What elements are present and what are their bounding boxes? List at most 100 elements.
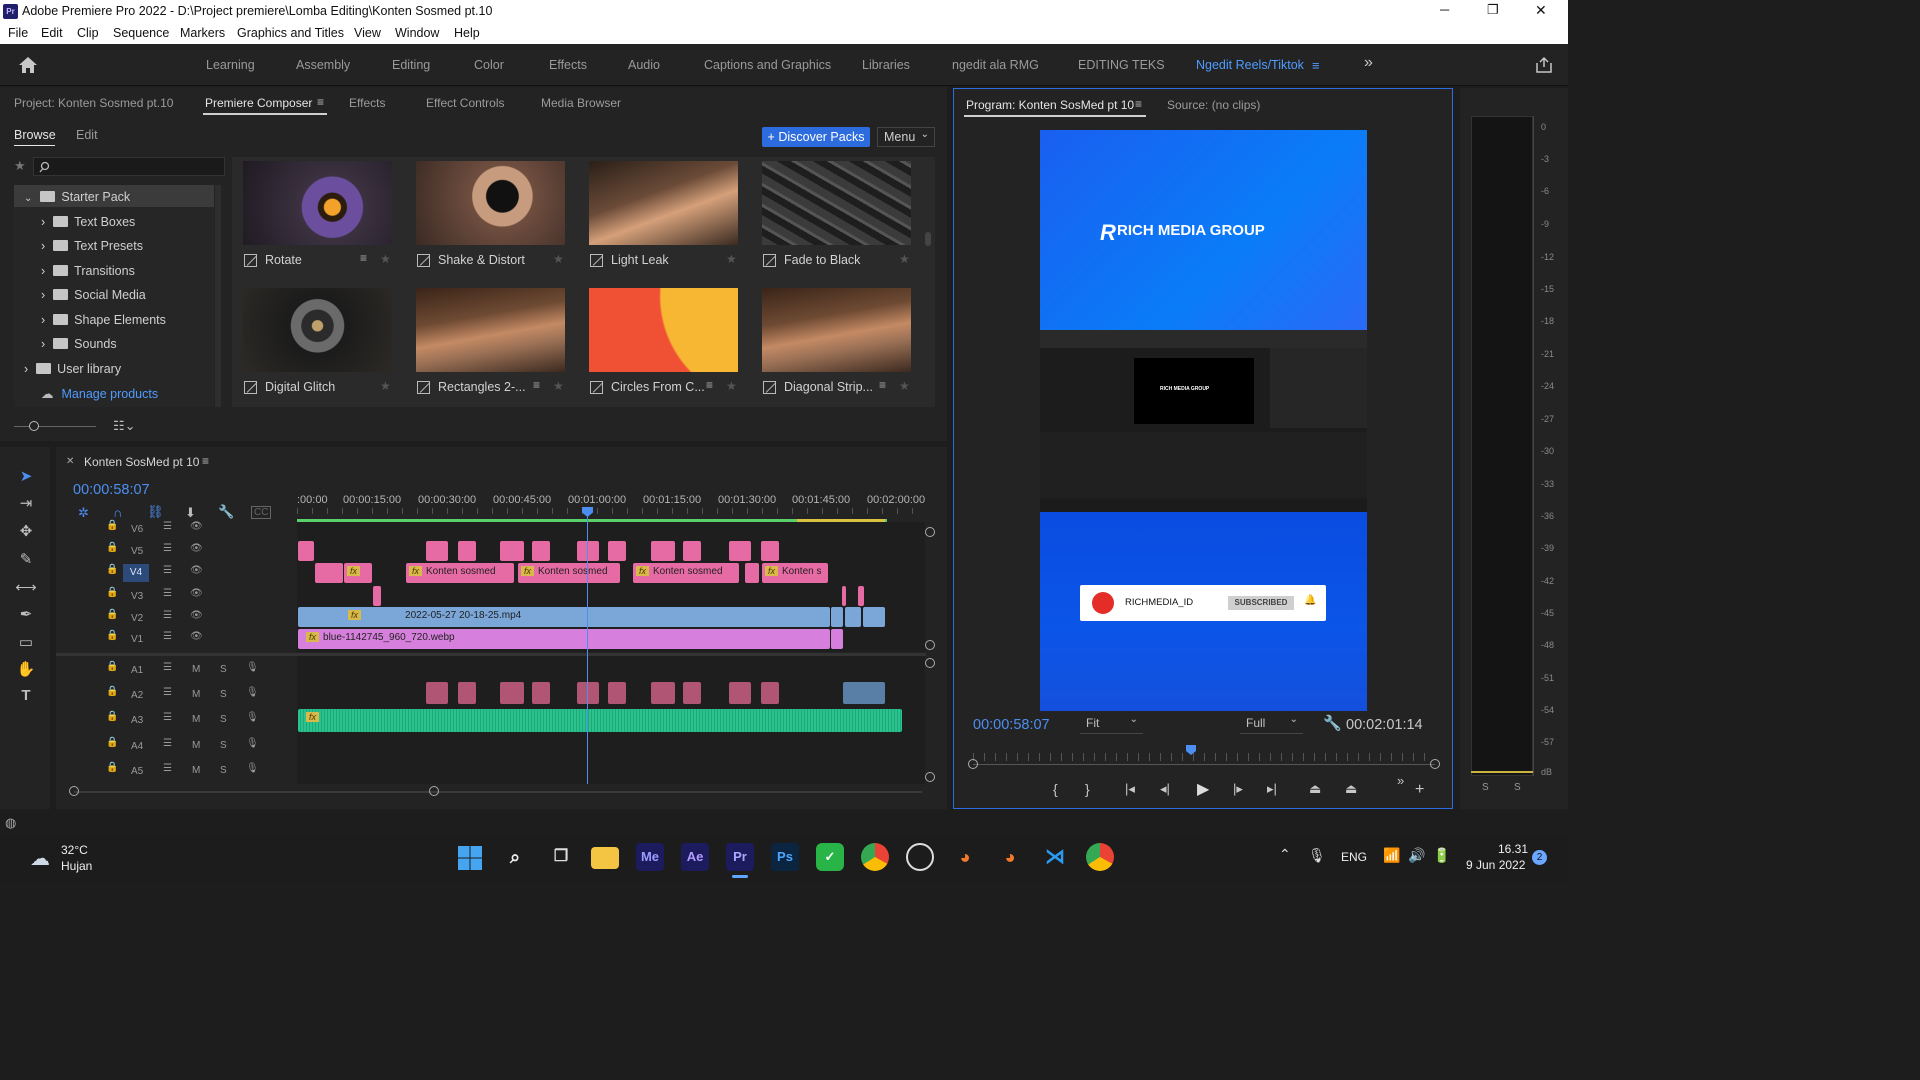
audio-clip-a2[interactable] (608, 682, 626, 704)
search-input[interactable] (33, 157, 225, 176)
clip-v4-konten[interactable]: fx Konten sosmed (406, 563, 514, 583)
eye-icon[interactable]: 👁 (190, 588, 203, 599)
workspace-editing-teks[interactable]: EDITING TEKS (1078, 58, 1165, 72)
menu-view[interactable]: View (354, 26, 381, 40)
microphone-icon[interactable]: 🎙 (246, 662, 259, 673)
menu-sequence[interactable]: Sequence (113, 26, 169, 40)
line-app-icon[interactable]: ✓ (816, 843, 844, 871)
thumb-circles[interactable] (589, 288, 738, 372)
premiere-taskbar-icon[interactable]: Pr (726, 843, 754, 871)
grid-scrollbar[interactable] (925, 232, 931, 246)
checkbox-glitch[interactable] (244, 381, 257, 394)
thumb-rectangles[interactable] (416, 288, 565, 372)
star-icon[interactable]: ★ (899, 252, 910, 266)
checkbox-rotate[interactable] (244, 254, 257, 267)
solo-button[interactable]: S (220, 765, 227, 776)
tab-premiere-composer[interactable]: Premiere Composer (205, 96, 312, 110)
tree-text-boxes[interactable]: › Text Boxes (41, 215, 135, 229)
eye-icon[interactable]: 👁 (190, 565, 203, 576)
rectangle-tool-icon[interactable]: ▭ (14, 633, 38, 655)
eye-icon[interactable]: 👁 (190, 631, 203, 642)
tree-user-library[interactable]: › User library (24, 362, 121, 376)
clip-v5[interactable] (577, 541, 599, 561)
tab-program[interactable]: Program: Konten SosMed pt 10 (966, 98, 1134, 112)
obs-icon[interactable] (906, 843, 934, 871)
blender-icon[interactable]: ◕ (996, 843, 1024, 871)
microphone-icon[interactable]: 🎙 (246, 687, 259, 698)
tray-chevron-up-icon[interactable]: ⌃ (1279, 846, 1291, 863)
clip-v4-konten[interactable]: fx Konten s (762, 563, 828, 583)
audio-clip-a2[interactable] (683, 682, 701, 704)
selection-tool-icon[interactable]: ➤ (14, 467, 38, 489)
task-view-icon[interactable]: ❐ (547, 843, 575, 871)
favorites-star-icon[interactable]: ★ (14, 158, 26, 174)
captions-icon[interactable]: CC (251, 506, 272, 519)
lock-icon[interactable]: 🔒 (106, 542, 118, 553)
view-mode-icon[interactable]: ☷⌄ (113, 418, 136, 434)
composer-menu-icon[interactable]: ≡ (317, 95, 324, 109)
discover-packs-button[interactable]: + Discover Packs (762, 127, 870, 147)
sync-lock-icon[interactable]: ☰ (163, 521, 172, 532)
pen-tool-icon[interactable]: ✒ (14, 605, 38, 627)
blender-icon[interactable]: ◕ (951, 843, 979, 871)
solo-button[interactable]: S (220, 689, 227, 700)
solo-button[interactable]: S (220, 740, 227, 751)
clip-v2-video[interactable]: fx 2022-05-27 20-18-25.mp4 (298, 607, 830, 627)
browse-tab[interactable]: Browse (14, 128, 56, 142)
solo-right-button[interactable]: S (1514, 782, 1521, 793)
clip-v1-image[interactable]: fx blue-1142745_960_720.webp (298, 629, 830, 649)
after-effects-icon[interactable]: Ae (681, 843, 709, 871)
clip-v5[interactable] (500, 541, 524, 561)
workspace-libraries[interactable]: Libraries (862, 58, 910, 72)
menu-window[interactable]: Window (395, 26, 439, 40)
menu-file[interactable]: File (8, 26, 28, 40)
thumb-digital-glitch[interactable] (243, 288, 392, 372)
checkbox-diagonal[interactable] (763, 381, 776, 394)
minimize-button[interactable]: ─ (1440, 2, 1449, 17)
preset-menu-icon[interactable]: ≡ (879, 378, 886, 392)
share-icon[interactable] (1535, 56, 1553, 74)
composer-menu-dropdown[interactable]: Menu ⌄ (877, 127, 935, 147)
vertical-zoom-handle[interactable] (925, 658, 935, 668)
tab-project[interactable]: Project: Konten Sosmed pt.10 (14, 96, 173, 110)
lock-icon[interactable]: 🔒 (106, 686, 118, 697)
eye-icon[interactable]: 👁 (190, 610, 203, 621)
horizontal-scrollbar[interactable] (74, 791, 922, 793)
chrome-icon[interactable] (861, 843, 889, 871)
workspace-learning[interactable]: Learning (206, 58, 255, 72)
clip-v5[interactable] (298, 541, 314, 561)
workspace-more-button[interactable]: » (1364, 54, 1373, 72)
microphone-icon[interactable]: 🎙 (246, 712, 259, 723)
tree-transitions[interactable]: › Transitions (41, 264, 135, 278)
mute-button[interactable]: M (192, 689, 200, 700)
clip-v5[interactable] (651, 541, 675, 561)
clip-v4-konten[interactable]: fx Konten sosmed (633, 563, 739, 583)
razor-tool-icon[interactable]: ✎ (14, 550, 38, 572)
mute-button[interactable]: M (192, 740, 200, 751)
thumb-diagonal-strip[interactable] (762, 288, 911, 372)
clip-v5[interactable] (608, 541, 626, 561)
sync-lock-icon[interactable]: ☰ (163, 687, 172, 698)
clip-v5[interactable] (729, 541, 751, 561)
menu-help[interactable]: Help (454, 26, 480, 40)
volume-icon[interactable]: 🔊 (1408, 847, 1425, 864)
step-back-icon[interactable]: ◂| (1160, 781, 1170, 797)
solo-button[interactable]: S (220, 664, 227, 675)
linked-selection-icon[interactable]: ⛓ (147, 504, 164, 520)
sync-lock-icon[interactable]: ☰ (163, 738, 172, 749)
star-icon[interactable]: ★ (553, 252, 564, 266)
horizontal-scroll-start[interactable] (69, 786, 79, 796)
workspace-captions[interactable]: Captions and Graphics (704, 58, 831, 72)
lock-icon[interactable]: 🔒 (106, 737, 118, 748)
thumb-light-leak[interactable] (589, 161, 738, 245)
star-icon[interactable]: ★ (899, 379, 910, 393)
scrubber-start-handle[interactable] (968, 759, 978, 769)
microphone-tray-icon[interactable]: 🎙 (1308, 847, 1326, 864)
tree-social-media[interactable]: › Social Media (41, 288, 146, 302)
checkbox-fade[interactable] (763, 254, 776, 267)
mute-button[interactable]: M (192, 664, 200, 675)
close-sequence-icon[interactable]: ✕ (66, 456, 74, 467)
wrench-icon[interactable]: 🔧 (1323, 714, 1342, 732)
star-icon[interactable]: ★ (553, 379, 564, 393)
workspace-color[interactable]: Color (474, 58, 504, 72)
